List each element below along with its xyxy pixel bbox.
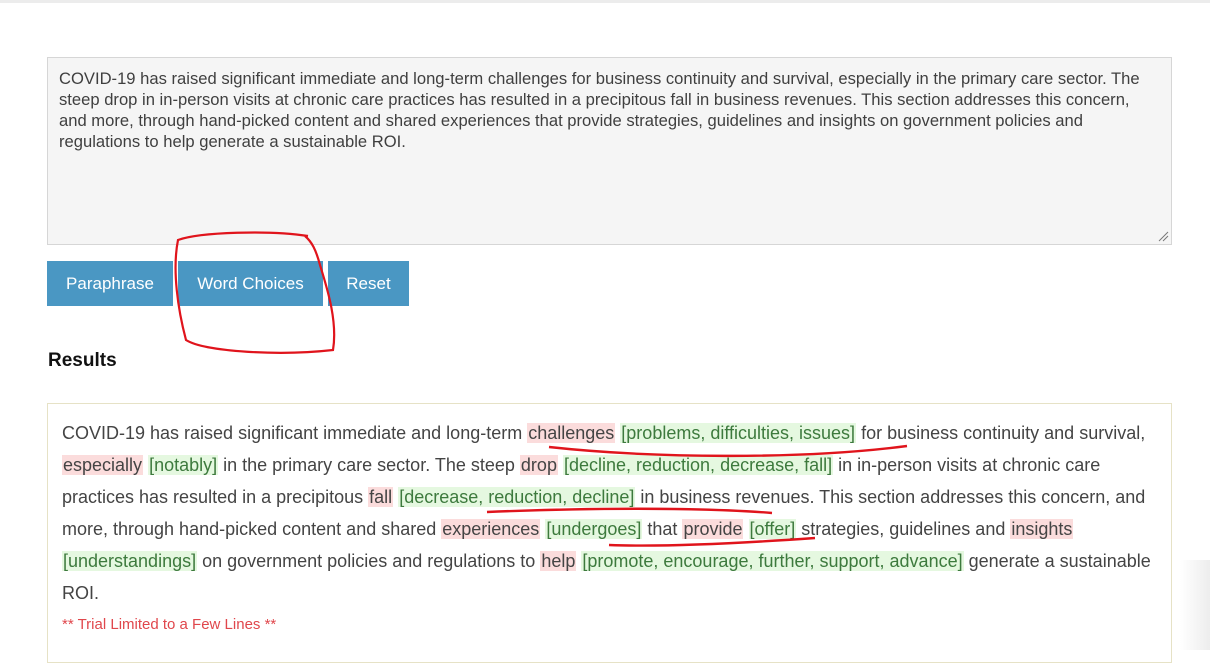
original-word: especially [62,455,144,475]
word-suggestions: [decrease, reduction, decline] [398,487,636,507]
word-suggestions: [decline, reduction, decrease, fall] [562,455,834,475]
corner-shadow [1180,560,1210,650]
resize-handle-icon[interactable] [1157,230,1169,242]
results-text-segment: for business continuity and survival, [856,423,1146,443]
trial-notice: ** Trial Limited to a Few Lines ** [62,616,277,633]
word-suggestions: [notably] [148,455,219,475]
original-word: insights [1010,519,1074,539]
word-suggestions: [problems, difficulties, issues] [620,423,857,443]
results-text-segment: on government policies and regulations t… [197,551,541,571]
input-text: COVID-19 has raised significant immediat… [59,69,1140,151]
results-text-segment: in the primary care sector. The steep [218,455,520,475]
reset-button[interactable]: Reset [328,261,409,306]
results-text-segment: COVID-19 has raised significant immediat… [62,423,528,443]
results-heading: Results [48,350,117,371]
word-suggestions: [understandings] [62,551,198,571]
results-text-segment: that [642,519,683,539]
original-word: provide [682,519,744,539]
top-divider [0,0,1210,3]
input-textarea[interactable]: COVID-19 has raised significant immediat… [47,57,1172,245]
original-word: challenges [527,423,616,443]
word-suggestions: [offer] [748,519,797,539]
original-word: drop [519,455,558,475]
results-text-segment [743,519,748,539]
word-choices-button[interactable]: Word Choices [178,261,323,306]
original-word: help [540,551,577,571]
original-word: experiences [441,519,541,539]
original-word: fall [368,487,394,507]
results-text-segment: strategies, guidelines and [796,519,1011,539]
paraphrase-button[interactable]: Paraphrase [47,261,173,306]
word-suggestions: [promote, encourage, further, support, a… [581,551,964,571]
word-suggestions: [undergoes] [545,519,643,539]
results-text: COVID-19 has raised significant immediat… [62,417,1157,609]
